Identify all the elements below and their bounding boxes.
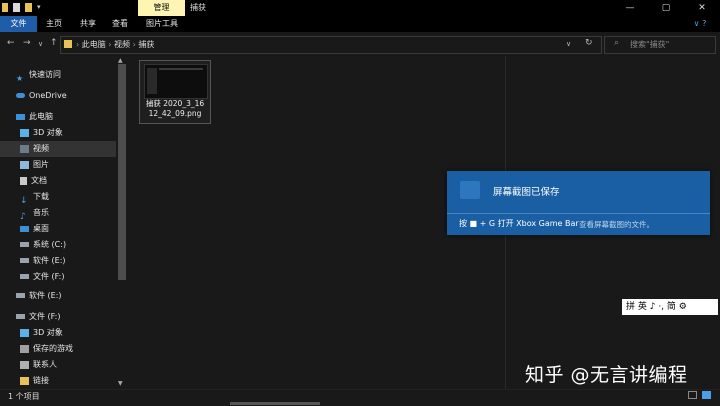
cloud-icon [16, 93, 25, 98]
scroll-up-icon[interactable]: ▲ [118, 57, 123, 64]
breadcrumb-this-pc[interactable]: 此电脑 [82, 40, 106, 49]
address-dropdown-icon[interactable]: ∨ [566, 40, 571, 48]
ime-toolbar[interactable]: 拼 英 ♪ ·, 简 ⚙ [622, 299, 718, 315]
refresh-icon[interactable]: ↻ [585, 38, 593, 48]
nav-pictures[interactable]: 图片 [20, 157, 49, 173]
cube-icon [20, 128, 29, 137]
item-count: 1 个项目 [8, 392, 40, 401]
tab-view[interactable]: 查看 [106, 16, 134, 32]
nav-onedrive[interactable]: OneDrive [16, 88, 67, 104]
nav-links[interactable]: 链接 [20, 373, 49, 389]
watermark: 知乎 @无言讲编程 [525, 364, 688, 386]
cube-icon [20, 328, 29, 337]
tab-file[interactable]: 文件 [0, 16, 37, 32]
link-icon [20, 376, 29, 385]
drive-icon [16, 314, 25, 319]
tab-picture-tools[interactable]: 图片工具 [140, 16, 184, 32]
nav-drive-e-root[interactable]: 软件 (E:) [16, 288, 62, 304]
drive-icon [20, 242, 29, 247]
nav-drive-f-root[interactable]: 文件 (F:) [16, 309, 60, 325]
search-placeholder: 搜索"捕获" [630, 40, 670, 49]
video-icon [20, 144, 29, 153]
toast-body: 按 ■ + G 打开 Xbox Game Bar [459, 219, 579, 228]
maximize-button[interactable]: ▢ [648, 0, 684, 16]
download-icon: ↓ [20, 195, 28, 206]
nav-this-pc[interactable]: 此电脑 [16, 109, 53, 125]
back-icon[interactable]: ← [7, 38, 15, 48]
search-icon: ⌕ [614, 38, 620, 48]
file-name: 捕获 2020_3_16 12_42_09.png [145, 99, 205, 118]
nav-3d-objects-f[interactable]: 3D 对象 [20, 325, 63, 341]
up-icon[interactable]: ↑ [50, 38, 58, 48]
breadcrumb-videos[interactable]: 视频 [114, 40, 130, 49]
navigation-pane: ★ 快速访问 OneDrive 此电脑 3D 对象 视频 图片 文档 ↓ 下载 ♪ 音… [0, 56, 128, 389]
toast-divider [447, 213, 710, 214]
nav-videos[interactable]: 视频 [0, 141, 116, 157]
desktop-icon [20, 225, 29, 232]
tab-home[interactable]: 主页 [40, 16, 68, 32]
toast-subtext: 查看屏幕截图的文件。 [579, 220, 654, 229]
nav-music[interactable]: ♪ 音乐 [20, 205, 49, 222]
screenshot-icon [460, 181, 480, 199]
window-title: 捕获 [190, 3, 206, 12]
details-view-icon[interactable] [688, 391, 697, 399]
nav-documents[interactable]: 文档 [20, 173, 47, 189]
nav-scrollbar-thumb[interactable] [118, 64, 126, 280]
forward-icon[interactable]: → [23, 38, 31, 48]
properties-icon[interactable] [13, 3, 20, 12]
nav-drive-f[interactable]: 文件 (F:) [20, 269, 64, 285]
picture-icon [20, 160, 29, 169]
file-thumbnail [144, 64, 208, 99]
drive-icon [16, 293, 25, 298]
computer-icon [16, 113, 25, 120]
large-icons-view-icon[interactable] [702, 391, 711, 399]
nav-contacts[interactable]: 联系人 [20, 357, 57, 373]
nav-saved-games[interactable]: 保存的游戏 [20, 341, 73, 357]
toast-title: 屏幕截图已保存 [493, 187, 560, 198]
star-icon: ★ [16, 73, 24, 83]
music-icon: ♪ [20, 211, 26, 222]
quick-access-toolbar: ▾ [2, 2, 43, 13]
breadcrumb-captures[interactable]: 捕获 [138, 40, 154, 49]
nav-desktop[interactable]: 桌面 [20, 221, 49, 237]
game-icon [20, 344, 29, 353]
drive-icon [20, 274, 29, 279]
nav-drive-c[interactable]: 系统 (C:) [20, 237, 66, 253]
folder-icon[interactable] [2, 3, 8, 12]
recent-locations-icon[interactable]: ∨ [38, 40, 43, 48]
manage-contextual-tab[interactable]: 管理 [138, 0, 185, 16]
nav-3d-objects[interactable]: 3D 对象 [20, 125, 63, 141]
new-folder-icon[interactable] [25, 3, 32, 12]
status-bar [0, 389, 720, 406]
close-button[interactable]: ✕ [684, 0, 720, 16]
help-icon[interactable]: ∨ ? [685, 16, 715, 32]
minimize-button[interactable]: — [612, 0, 648, 16]
nav-downloads[interactable]: ↓ 下载 [20, 189, 49, 206]
breadcrumb: › 此电脑 › 视频 › 捕获 [76, 40, 155, 49]
nav-quick-access[interactable]: ★ 快速访问 [16, 67, 61, 83]
nav-drive-e[interactable]: 软件 (E:) [20, 253, 66, 269]
tab-share[interactable]: 共享 [74, 16, 102, 32]
chevron-down-icon[interactable]: ▾ [37, 3, 43, 12]
scroll-down-icon[interactable]: ▼ [118, 380, 123, 387]
ribbon-tabs: 文件 主页 共享 查看 图片工具 ∨ ? [0, 16, 720, 32]
drive-icon [20, 258, 29, 263]
contacts-icon [20, 360, 29, 369]
document-icon [20, 176, 27, 185]
